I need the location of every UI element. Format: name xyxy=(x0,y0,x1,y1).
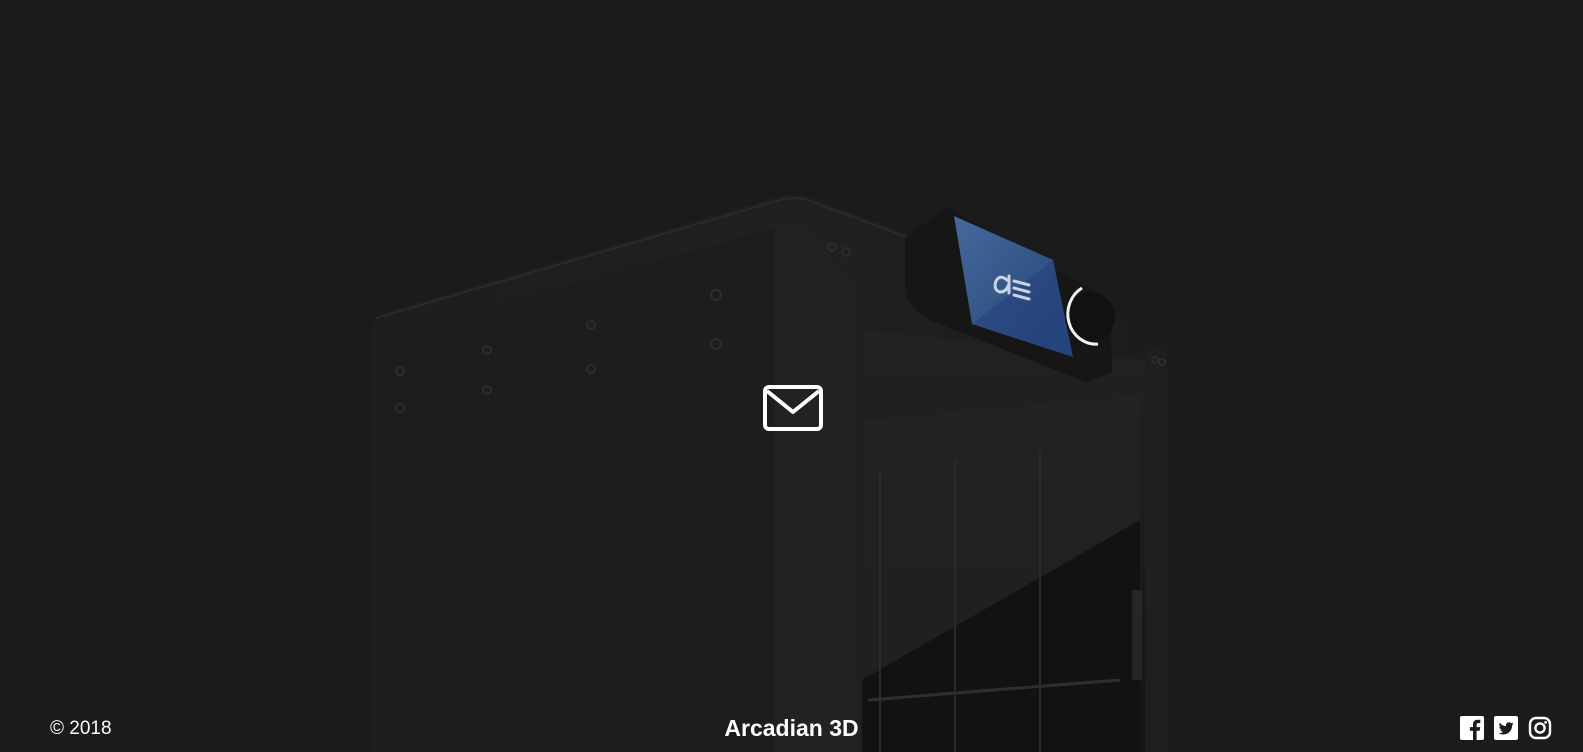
twitter-icon xyxy=(1494,716,1518,740)
copyright-text: © 2018 xyxy=(50,718,112,739)
twitter-link[interactable] xyxy=(1494,716,1518,740)
facebook-link[interactable] xyxy=(1460,716,1484,740)
brand-name: Arcadian 3D xyxy=(724,715,859,741)
instagram-link[interactable] xyxy=(1528,716,1552,740)
hero-stage: © 2018 Arcadian 3D xyxy=(0,0,1583,752)
social-links xyxy=(1460,716,1552,740)
facebook-icon xyxy=(1460,716,1484,740)
instagram-icon xyxy=(1528,716,1552,740)
contact-envelope-button[interactable] xyxy=(762,384,824,432)
envelope-icon xyxy=(763,385,823,431)
printer-background-image xyxy=(372,195,1176,752)
